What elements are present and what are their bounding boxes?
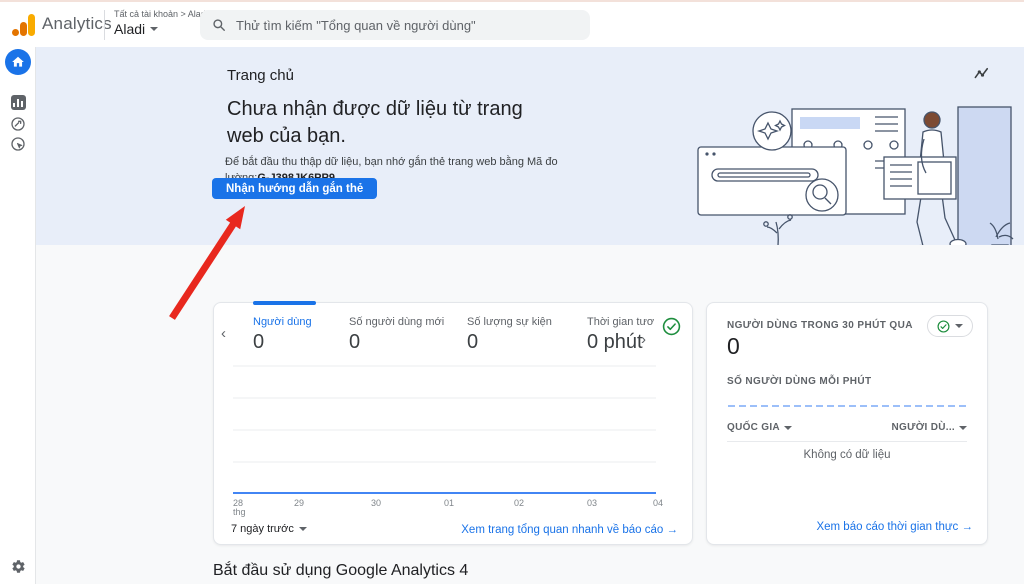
chevron-down-icon (299, 527, 307, 531)
getting-started-heading: Bắt đầu sử dụng Google Analytics 4 (213, 562, 468, 580)
realtime-card: NGƯỜI DÙNG TRONG 30 PHÚT QUA 0 SỐ NGƯỜI … (706, 302, 988, 545)
tab-value: 0 (349, 331, 444, 354)
users-line-chart (214, 358, 694, 508)
account-switcher[interactable]: Aladi (114, 21, 158, 37)
realtime-table-header: QUỐC GIA NGƯỜI DÙ... (727, 422, 967, 433)
users-column-header[interactable]: NGƯỜI DÙ... (892, 422, 967, 433)
no-data-text: Không có dữ liệu (707, 449, 987, 461)
x-axis-tick-sub: thg (233, 507, 246, 517)
header-divider (104, 10, 105, 40)
table-divider (727, 441, 967, 442)
home-banner: Trang chủ Chưa nhận được dữ liệu từ tran… (36, 47, 1024, 245)
chevron-down-icon (959, 426, 967, 430)
app-header: Analytics Tất cả tài khoản > Aladi Aladi (0, 2, 1024, 47)
insights-icon[interactable] (973, 65, 992, 82)
chevron-down-icon (150, 27, 158, 31)
ga4-home-page: Analytics Tất cả tài khoản > Aladi Aladi (0, 0, 1024, 584)
left-nav (0, 47, 36, 584)
analytics-logo-icon[interactable] (12, 14, 36, 36)
chevron-down-icon (955, 324, 963, 328)
data-quality-check-icon[interactable] (662, 317, 681, 336)
x-axis-tick: 04 (653, 498, 663, 508)
link-label: Xem trang tổng quan nhanh về báo cáo (461, 524, 663, 536)
no-data-heading-line2: web của bạn. (227, 123, 523, 150)
no-data-heading: Chưa nhận được dữ liệu từ trang web của … (227, 96, 523, 150)
breadcrumb[interactable]: Tất cả tài khoản > Aladi (114, 9, 208, 19)
account-name: Aladi (114, 21, 145, 37)
x-axis-tick: 02 (514, 498, 524, 508)
get-tagging-instructions-button[interactable]: Nhận hướng dẫn gắn thẻ (212, 178, 377, 199)
chevron-down-icon (784, 426, 792, 430)
tab-label: Số lượng sự kiện (467, 316, 552, 328)
link-label: Xem báo cáo thời gian thực (816, 521, 958, 533)
x-axis-tick: 29 (294, 498, 304, 508)
realtime-title: NGƯỜI DÙNG TRONG 30 PHÚT QUA (727, 320, 913, 331)
date-range-label: 7 ngày trước (231, 523, 294, 535)
tab-event-count[interactable]: Số lượng sự kiện 0 (467, 316, 552, 354)
tab-users[interactable]: Người dùng 0 (253, 316, 312, 354)
check-circle-icon (937, 320, 950, 333)
settings-gear-icon[interactable] (5, 553, 31, 579)
tabs-scroll-right-icon[interactable]: › (641, 331, 646, 348)
tab-value: 0 (467, 331, 552, 354)
tab-label: Người dùng (253, 316, 312, 328)
app-title: Analytics (42, 14, 112, 34)
column-label: NGƯỜI DÙ... (892, 422, 955, 433)
realtime-status-dropdown[interactable] (927, 315, 973, 337)
search-bar[interactable] (200, 10, 590, 40)
search-icon (212, 18, 226, 32)
x-axis-tick: 01 (444, 498, 454, 508)
tabs-scroll-left-icon[interactable]: ‹ (221, 325, 226, 342)
no-data-heading-line1: Chưa nhận được dữ liệu từ trang (227, 96, 523, 123)
tab-new-users[interactable]: Số người dùng mới 0 (349, 316, 444, 354)
nav-home-icon[interactable] (5, 49, 31, 75)
active-tab-indicator (253, 301, 316, 305)
description-line1: Để bắt đầu thu thập dữ liệu, bạn nhớ gắn… (225, 154, 558, 170)
tab-label: Thời gian tươ (587, 316, 654, 328)
realtime-user-count: 0 (727, 333, 740, 360)
search-input[interactable] (236, 18, 566, 33)
column-label: QUỐC GIA (727, 422, 780, 433)
realtime-report-link[interactable]: Xem báo cáo thời gian thực → (816, 521, 973, 533)
users-per-minute-label: SỐ NGƯỜI DÙNG MỖI PHÚT (727, 376, 872, 387)
reports-snapshot-link[interactable]: Xem trang tổng quan nhanh về báo cáo → (461, 524, 678, 536)
overview-metrics-card: ‹ Người dùng 0 Số người dùng mới 0 Số lư… (213, 302, 693, 545)
country-column-header[interactable]: QUỐC GIA (727, 422, 792, 433)
date-range-selector[interactable]: 7 ngày trước (231, 523, 307, 535)
tab-value: 0 (253, 331, 312, 354)
x-axis-tick: 03 (587, 498, 597, 508)
page-title: Trang chủ (227, 67, 294, 84)
users-per-minute-sparkline (727, 403, 969, 409)
x-axis-tick: 30 (371, 498, 381, 508)
nav-advertising-icon[interactable] (5, 131, 31, 157)
tab-label: Số người dùng mới (349, 316, 444, 328)
